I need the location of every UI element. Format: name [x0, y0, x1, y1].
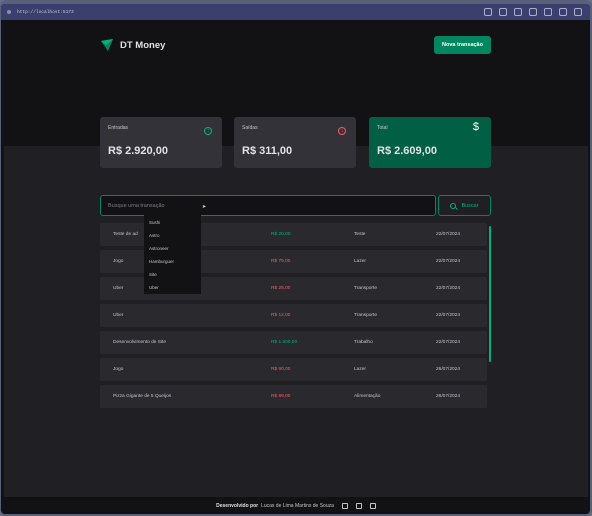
transaction-category: Teste: [354, 232, 366, 237]
transaction-date: 26/07/2024: [436, 394, 461, 399]
table-row: Desenvolvimento de Site R$ 1.500,00 Trabal…: [100, 331, 487, 354]
transaction-amount: R$ 75,00: [271, 259, 291, 264]
window-frame: http://localhost:5173 DT Money Nova tran…: [0, 0, 592, 516]
transaction-amount: R$ 60,00: [271, 367, 291, 372]
transaction-amount: R$ 1.500,00: [271, 340, 298, 345]
arrow-down-circle-icon: ↓: [338, 127, 346, 135]
transaction-date: 26/07/2024: [436, 367, 461, 372]
total-value: R$ 2.609,00: [377, 145, 437, 157]
url-text[interactable]: http://localhost:5173: [17, 10, 74, 15]
autocomplete-option[interactable]: Sushi: [144, 216, 201, 229]
page: DT Money Nova transação Entradas ↑ R$ 2.…: [4, 23, 588, 514]
search-icon: [450, 202, 457, 209]
transaction-date: 22/07/2024: [436, 313, 461, 318]
transaction-category: Trabalho: [354, 340, 373, 345]
footer: Desenvolvido por Lucas de Lima Martins d…: [4, 497, 588, 514]
search-button-label: Buscar: [461, 202, 479, 209]
sidebar-icon[interactable]: [574, 8, 582, 16]
pencil-icon[interactable]: [341, 502, 348, 509]
page-info-icon[interactable]: [7, 10, 11, 14]
search-input[interactable]: Busque uma transação: [100, 195, 436, 216]
linkedin-icon[interactable]: [369, 502, 376, 509]
transaction-description: Pizza Gigante de 5 Queijos: [113, 394, 172, 399]
income-value: R$ 2.920,00: [108, 145, 168, 157]
extensions-icon[interactable]: [559, 8, 567, 16]
total-card: Total $ R$ 2.609,00: [369, 117, 491, 168]
autocomplete-option[interactable]: Uber: [144, 281, 201, 294]
transaction-date: 22/07/2024: [436, 232, 461, 237]
footer-prefix: Desenvolvido por: [216, 502, 259, 509]
browser-window: http://localhost:5173 DT Money Nova tran…: [1, 4, 590, 514]
table-row: Jogo R$ 60,00 Lazer 26/07/2024: [100, 358, 487, 381]
logo-icon: [101, 39, 113, 51]
transaction-amount: R$ 20,00: [271, 232, 291, 237]
outcome-label: Saídas: [242, 125, 258, 131]
transaction-description: Jogo: [113, 259, 124, 264]
arrow-up-circle-icon: ↑: [204, 127, 212, 135]
transaction-category: Transporte: [354, 313, 378, 318]
logo: DT Money: [100, 38, 165, 52]
table-row: Uber R$ 12,00 Transporte 22/07/2024: [100, 304, 487, 327]
table-row: Pizza Gigante de 5 Queijos R$ 89,00 Alimen…: [100, 385, 487, 408]
app-name: DT Money: [120, 39, 166, 51]
transaction-date: 22/07/2024: [436, 286, 461, 291]
mouse-cursor-icon: ➤: [202, 204, 207, 210]
tab-icon[interactable]: [514, 8, 522, 16]
scrollbar[interactable]: [489, 226, 491, 362]
transaction-description: Teste de ad: [113, 232, 138, 237]
transaction-date: 22/07/2024: [436, 340, 461, 345]
transaction-description: Jogo: [113, 367, 124, 372]
transaction-description: Desenvolvimento de Site: [113, 340, 167, 345]
transaction-date: 22/07/2024: [436, 259, 461, 264]
link-icon[interactable]: [484, 8, 492, 16]
outcome-value: R$ 311,00: [242, 145, 293, 157]
transaction-amount: R$ 12,00: [271, 313, 291, 318]
new-transaction-button[interactable]: Nova transação: [434, 36, 491, 54]
footer-author: Lucas de Lima Martins de Souza: [261, 502, 334, 509]
autocomplete-option[interactable]: Site: [144, 268, 201, 281]
transaction-category: Lazer: [354, 259, 366, 264]
autocomplete-dropdown: Sushi Astro Astroneer Hamburguer Site Uber: [144, 214, 201, 294]
dollar-icon: $: [472, 121, 479, 133]
transaction-description: Uber: [113, 286, 124, 291]
transaction-category: Alimentação: [354, 394, 381, 399]
transaction-description: Uber: [113, 313, 124, 318]
transaction-category: Lazer: [354, 367, 366, 372]
income-label: Entradas: [108, 125, 129, 131]
income-card: Entradas ↑ R$ 2.920,00: [100, 117, 222, 168]
transaction-amount: R$ 89,00: [271, 394, 291, 399]
transaction-amount: R$ 25,00: [271, 286, 291, 291]
browser-toolbar-icons: [484, 8, 582, 16]
address-bar[interactable]: http://localhost:5173: [1, 4, 590, 20]
autocomplete-option[interactable]: Hamburguer: [144, 255, 201, 268]
autocomplete-option[interactable]: Astro: [144, 229, 201, 242]
outcome-card: Saídas ↓ R$ 311,00: [234, 117, 356, 168]
transaction-category: Transporte: [354, 286, 378, 291]
github-icon[interactable]: [355, 502, 362, 509]
translate-icon[interactable]: [544, 8, 552, 16]
reader-icon[interactable]: [499, 8, 507, 16]
autocomplete-option[interactable]: Astroneer: [144, 242, 201, 255]
total-label: Total: [377, 125, 388, 131]
screenshot-icon[interactable]: [529, 8, 537, 16]
search-button[interactable]: Buscar: [438, 195, 491, 216]
